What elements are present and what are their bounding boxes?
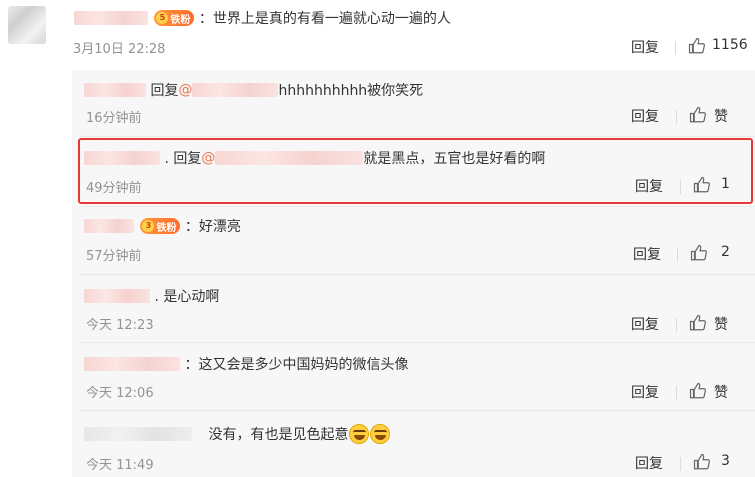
reply-time: 今天 11:49 [86, 458, 154, 473]
divider [676, 318, 677, 332]
reply-time: 今天 12:23 [86, 318, 154, 333]
row-divider [80, 206, 755, 207]
reply-button[interactable]: 回复 [631, 37, 659, 57]
reply-button[interactable]: 回复 [631, 106, 659, 126]
laugh-cry-emoji-icon [349, 424, 370, 444]
main-comment: 5 铁粉 ：世界上是真的有看一遍就心动一遍的人 3月10日 22:28 回复 11… [0, 0, 755, 62]
thumbs-up-icon[interactable] [689, 314, 707, 332]
username-blurred[interactable] [84, 427, 192, 441]
reply-text: ：好漂亮 [184, 219, 241, 235]
avatar[interactable] [8, 6, 46, 44]
divider [680, 457, 681, 471]
mention-username-blurred[interactable] [192, 83, 279, 97]
username-blurred[interactable] [74, 11, 148, 25]
fan-level-icon: 5 [156, 12, 169, 24]
fan-badge: 3 铁粉 [140, 218, 181, 234]
username-blurred[interactable] [84, 83, 146, 97]
reply-button[interactable]: 回复 [633, 244, 661, 264]
reply-text: 没有，有也是见色起意 [208, 427, 349, 443]
row-divider [80, 342, 755, 343]
thumbs-up-icon[interactable] [690, 244, 708, 262]
reply-prefix: 回复 [150, 83, 179, 99]
reply-button[interactable]: 回复 [631, 382, 659, 402]
username-blurred[interactable] [84, 289, 150, 303]
divider [675, 41, 676, 55]
thumbs-up-icon[interactable] [689, 382, 707, 400]
like-count: 2 [721, 244, 730, 260]
thumbs-up-icon[interactable] [693, 453, 711, 471]
like-count: 1156 [712, 37, 748, 53]
replies-panel: 回复@ hhhhhhhhhh被你笑死 16分钟前 回复 赞 . 回复@ 就是黑点，五… [72, 70, 755, 477]
main-comment-line: 5 铁粉 ：世界上是真的有看一遍就心动一遍的人 [74, 8, 451, 28]
username-blurred[interactable] [84, 219, 134, 233]
reply-time: 今天 12:06 [86, 386, 154, 401]
divider [676, 386, 677, 400]
username-blurred[interactable] [84, 357, 180, 371]
comment-time: 3月10日 22:28 [73, 42, 166, 57]
laugh-cry-emoji-icon [370, 424, 391, 444]
comment-text: ：世界上是真的有看一遍就心动一遍的人 [198, 11, 451, 27]
row-divider [80, 410, 755, 411]
fan-level-icon: 3 [142, 220, 155, 232]
thumbs-up-icon[interactable] [689, 106, 707, 124]
fan-badge: 5 铁粉 [154, 10, 195, 26]
like-count: 3 [721, 453, 730, 469]
reply-time: 16分钟前 [86, 111, 142, 126]
row-divider [80, 136, 755, 137]
mention-link[interactable]: @ [178, 82, 192, 98]
reply-text: . 是心动啊 [154, 289, 220, 305]
reply-time: 57分钟前 [86, 249, 142, 264]
reply-button[interactable]: 回复 [631, 314, 659, 334]
like-label[interactable]: 赞 [714, 314, 728, 334]
row-divider [80, 274, 755, 275]
divider [676, 110, 677, 124]
reply-text: ：这又会是多少中国妈妈的微信头像 [184, 357, 409, 373]
reply-button[interactable]: 回复 [635, 453, 663, 473]
reply-text: hhhhhhhhhh被你笑死 [278, 83, 424, 99]
like-label[interactable]: 赞 [714, 382, 728, 402]
highlight-box [78, 138, 753, 204]
divider [677, 248, 678, 262]
thumbs-up-icon[interactable] [688, 37, 706, 55]
like-label[interactable]: 赞 [714, 106, 728, 126]
